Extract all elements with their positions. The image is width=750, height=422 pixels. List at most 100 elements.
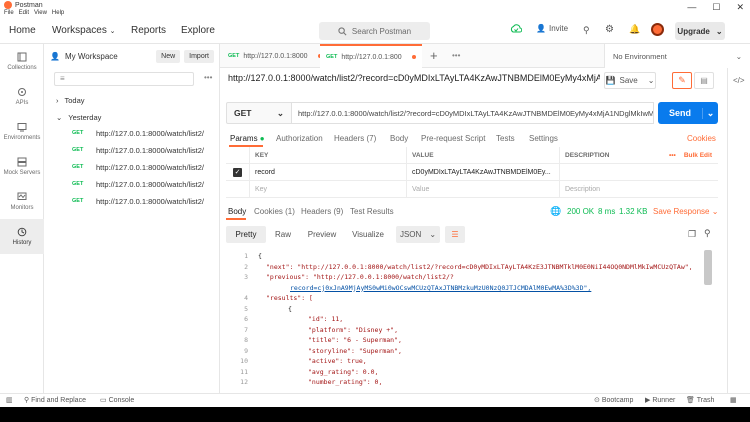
status-bar: ▥ ⚲ Find and Replace ▭ Console ⊙ Bootcam… (0, 393, 750, 407)
workspace-name[interactable]: My Workspace (65, 52, 156, 61)
format-label: JSON (399, 230, 422, 239)
avatar[interactable] (651, 23, 664, 36)
tab-params[interactable]: Params ● (230, 134, 265, 143)
nav-reports[interactable]: Reports (131, 25, 166, 36)
menu-view[interactable]: View (34, 10, 47, 16)
sync-status-icon[interactable] (510, 24, 523, 37)
documentation-icon[interactable]: ▤ (694, 72, 714, 89)
code-line: "platform": "Disney +", (308, 325, 399, 334)
save-response-button[interactable]: Save Response ⌄ (653, 207, 718, 216)
trash-button[interactable]: 🗑 Trash (686, 396, 714, 404)
globe-icon[interactable]: 🌐 (550, 206, 561, 217)
sidebar-item-apis[interactable]: APIs (0, 79, 44, 114)
status-badge[interactable]: 200 OK (567, 207, 594, 216)
param-checkbox[interactable]: ✓ (226, 164, 250, 181)
editor-scrollbar[interactable] (704, 250, 712, 285)
nav-home[interactable]: Home (9, 25, 36, 36)
more-options-icon[interactable]: ••• (669, 152, 676, 159)
response-tab-test-results[interactable]: Test Results (350, 207, 394, 216)
mock-servers-icon (17, 157, 27, 167)
close-icon[interactable]: ✕ (736, 2, 744, 13)
maximize-icon[interactable]: ☐ (712, 2, 720, 13)
send-button[interactable]: Send ⌄ (658, 102, 718, 124)
new-button[interactable]: New (156, 49, 181, 63)
bell-icon[interactable]: 🔔 (629, 24, 640, 35)
param-value-placeholder[interactable]: Value (407, 181, 560, 198)
request-tab[interactable]: GET http://127.0.0.1:8000 (222, 44, 328, 68)
console-button[interactable]: ▭ Console (100, 396, 134, 404)
tab-pre-request-script[interactable]: Pre-request Script (421, 134, 485, 143)
sidebar-item-mock-servers[interactable]: Mock Servers (0, 149, 44, 184)
url-input[interactable]: http://127.0.0.1:8000/watch/list2/?recor… (292, 102, 654, 124)
wrap-lines-icon[interactable]: ☰ (445, 226, 465, 243)
sidebar-item-collections[interactable]: Collections (0, 44, 44, 79)
view-raw[interactable]: Raw (268, 226, 298, 243)
request-title[interactable]: http://127.0.0.1:8000/watch/list2/?recor… (228, 73, 600, 83)
response-time[interactable]: 8 ms (598, 207, 615, 216)
sidebar-item-label: Monitors (10, 205, 34, 211)
find-replace-button[interactable]: ⚲ Find and Replace (24, 396, 86, 404)
response-tab-body[interactable]: Body (228, 207, 246, 216)
bootcamp-button[interactable]: ⊙ Bootcamp (594, 396, 633, 404)
runner-button[interactable]: ▶ Runner (645, 396, 675, 404)
minimize-icon[interactable]: — (687, 2, 696, 13)
view-preview[interactable]: Preview (302, 226, 342, 243)
param-value-cell[interactable]: cD0yMDIxLTAyLTA4KzAwJTNBMDElM0Ey... (407, 164, 560, 181)
method-select[interactable]: GET ⌄ (226, 102, 292, 124)
import-button[interactable]: Import (184, 49, 214, 63)
tab-headers[interactable]: Headers (7) (334, 134, 376, 143)
tab-settings[interactable]: Settings (529, 134, 558, 143)
gear-icon[interactable]: ⚙ (605, 24, 614, 35)
history-filter-input[interactable]: ≡ (54, 72, 194, 86)
response-size[interactable]: 1.32 KB (619, 207, 647, 216)
sidebar-item-monitors[interactable]: Monitors (0, 184, 44, 219)
param-key-cell[interactable]: record (250, 164, 407, 181)
tab-tests[interactable]: Tests (496, 134, 515, 143)
param-description-cell[interactable] (560, 164, 718, 181)
environment-selector[interactable]: No Environment ⌄ (604, 44, 750, 68)
history-item[interactable]: GET http://127.0.0.1:8000/watch/list2/ (44, 125, 220, 141)
format-select[interactable]: JSON ⌄ (396, 226, 440, 243)
invite-button[interactable]: 👤 Invite (536, 24, 568, 33)
new-tab-icon[interactable]: + (430, 48, 438, 63)
menu-file[interactable]: File (4, 10, 14, 16)
menu-edit[interactable]: Edit (19, 10, 29, 16)
view-pretty[interactable]: Pretty (226, 226, 266, 243)
copy-icon[interactable]: ❐ (688, 229, 696, 240)
cookies-link[interactable]: Cookies (687, 134, 716, 143)
request-tab-active[interactable]: GET http://127.0.0.1:800 (320, 44, 422, 68)
sidebar-item-history[interactable]: History (0, 219, 44, 254)
nav-workspaces-label: Workspaces (52, 25, 107, 36)
history-item[interactable]: GET http://127.0.0.1:8000/watch/list2/ (44, 142, 220, 158)
more-tabs-icon[interactable]: ••• (452, 51, 460, 60)
satellite-icon[interactable]: ⚲ (583, 25, 590, 36)
tab-body[interactable]: Body (390, 134, 408, 143)
menu-help[interactable]: Help (52, 10, 64, 16)
history-group-yesterday[interactable]: ⌄ Yesterday (44, 109, 220, 125)
response-body-editor[interactable]: 1 { 2 "next": "http://127.0.0.1:8000/wat… (226, 250, 718, 396)
upgrade-button[interactable]: Upgrade ⌄ (675, 22, 725, 40)
layout-icon[interactable]: ▦ (730, 396, 737, 404)
sidebar-item-environments[interactable]: Environments (0, 114, 44, 149)
response-tab-headers[interactable]: Headers (9) (301, 207, 343, 216)
tab-authorization[interactable]: Authorization (276, 134, 323, 143)
edit-icon[interactable]: ✎ (672, 72, 692, 89)
history-item[interactable]: GET http://127.0.0.1:8000/watch/list2/ (44, 159, 220, 175)
search-input[interactable]: Search Postman (319, 22, 430, 40)
search-icon[interactable]: ⚲ (704, 228, 711, 239)
view-visualize[interactable]: Visualize (346, 226, 390, 243)
sidebar-toggle-icon[interactable]: ▥ (6, 396, 13, 404)
code-icon[interactable]: </> (733, 76, 745, 85)
history-item[interactable]: GET http://127.0.0.1:8000/watch/list2/ (44, 176, 220, 192)
bulk-edit-link[interactable]: Bulk Edit (684, 152, 712, 159)
history-group-today[interactable]: › Today (44, 92, 220, 108)
param-description-placeholder[interactable]: Description (560, 181, 718, 198)
history-item[interactable]: GET http://127.0.0.1:8000/watch/list2/ (44, 193, 220, 209)
param-key-placeholder[interactable]: Key (250, 181, 407, 198)
nav-explore[interactable]: Explore (181, 25, 215, 36)
unsaved-dot-icon (411, 55, 416, 59)
nav-workspaces[interactable]: Workspaces ⌄ (52, 25, 116, 36)
more-options-icon[interactable]: ••• (204, 73, 212, 82)
response-tab-cookies[interactable]: Cookies (1) (254, 207, 295, 216)
save-button[interactable]: 💾 Save ⌄ (604, 72, 656, 89)
